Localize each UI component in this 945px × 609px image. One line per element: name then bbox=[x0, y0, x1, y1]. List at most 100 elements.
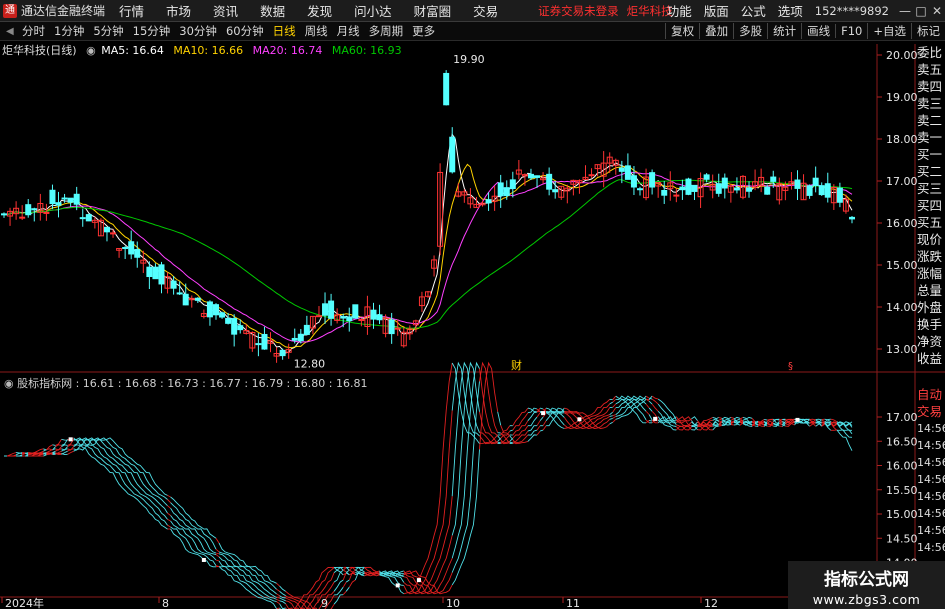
ribbon-line bbox=[824, 422, 832, 431]
menu-function[interactable]: 功能 bbox=[667, 1, 692, 20]
ribbon-line bbox=[733, 420, 741, 426]
sidebar-item: 卖三 bbox=[917, 96, 943, 111]
candle-body bbox=[237, 325, 244, 331]
ribbon-line bbox=[794, 418, 810, 424]
ribbon-line bbox=[612, 407, 617, 413]
ribbon-line bbox=[15, 452, 23, 456]
sidebar-item: 卖五 bbox=[917, 62, 943, 77]
candle-body bbox=[303, 324, 310, 335]
menu-data[interactable]: 数据 bbox=[260, 1, 285, 20]
ribbon-line bbox=[691, 416, 698, 421]
menu-ask[interactable]: 问小达 bbox=[354, 1, 392, 20]
trade-label[interactable]: 交易 bbox=[917, 403, 945, 420]
candle-body bbox=[249, 332, 256, 349]
ribbon-line bbox=[285, 572, 335, 609]
tab-1min[interactable]: 1分钟 bbox=[54, 23, 84, 39]
adjust-button[interactable]: 复权 bbox=[665, 23, 699, 39]
chevron-left-icon[interactable]: ◀ bbox=[6, 26, 18, 37]
overlay-button[interactable]: 叠加 bbox=[699, 23, 733, 39]
ribbon-line bbox=[512, 412, 529, 431]
ribbon-line bbox=[539, 416, 544, 421]
ribbon-line bbox=[773, 423, 780, 427]
ribbon-line bbox=[676, 416, 692, 424]
ribbon-line bbox=[215, 554, 220, 558]
tick-time: 14:56 bbox=[917, 490, 945, 503]
menu-layout[interactable]: 版面 bbox=[704, 1, 729, 20]
candle-body bbox=[776, 183, 783, 201]
ribbon-line bbox=[821, 419, 825, 423]
multi-stock-button[interactable]: 多股 bbox=[733, 23, 767, 39]
ribbon-line bbox=[545, 407, 565, 414]
candle-body bbox=[527, 173, 534, 179]
candle-body bbox=[612, 159, 619, 166]
ribbon-line bbox=[7, 454, 17, 457]
ribbon-line bbox=[757, 420, 765, 426]
tab-15min[interactable]: 15分钟 bbox=[133, 23, 171, 39]
ribbon-line bbox=[609, 421, 613, 425]
ribbon-line bbox=[379, 570, 404, 586]
tab-60min[interactable]: 60分钟 bbox=[226, 23, 264, 39]
menu-wealth[interactable]: 财富圈 bbox=[414, 1, 452, 20]
tab-monthly[interactable]: 月线 bbox=[337, 23, 360, 39]
menu-news[interactable]: 资讯 bbox=[213, 1, 238, 20]
sub-toggle-icon[interactable]: ◉ bbox=[4, 377, 14, 390]
ribbon-line bbox=[809, 421, 816, 427]
ribbon-line bbox=[479, 361, 499, 433]
ribbon-line bbox=[542, 425, 547, 431]
chart-svg[interactable]: 20.00 19.00 18.00 17.00 16.00 15.00 14.00 13.00… bbox=[0, 0, 945, 609]
maximize-icon[interactable]: □ bbox=[913, 4, 929, 18]
add-watchlist-button[interactable]: +自选 bbox=[867, 23, 911, 39]
login-notice[interactable]: 证券交易未登录 bbox=[538, 3, 619, 19]
tab-30min[interactable]: 30分钟 bbox=[179, 23, 217, 39]
candle-body bbox=[122, 247, 129, 250]
ribbon-line bbox=[615, 398, 647, 420]
ribbon-line bbox=[333, 579, 344, 592]
ribbon-line bbox=[830, 421, 838, 425]
menu-market[interactable]: 市场 bbox=[166, 1, 191, 20]
tab-5min[interactable]: 5分钟 bbox=[93, 23, 123, 39]
stats-button[interactable]: 统计 bbox=[767, 23, 801, 39]
ribbon-line bbox=[773, 422, 780, 426]
ribbon-line bbox=[170, 526, 217, 566]
y-tick-label: 17.00 bbox=[886, 411, 918, 424]
ribbon-line bbox=[285, 594, 335, 609]
tab-intraday[interactable]: 分时 bbox=[22, 23, 45, 39]
ribbon-line bbox=[500, 425, 511, 436]
tab-multi-period[interactable]: 多周期 bbox=[369, 23, 404, 39]
sidebar-item: 买二 bbox=[917, 164, 943, 179]
tab-weekly[interactable]: 周线 bbox=[305, 23, 328, 39]
menu-formula[interactable]: 公式 bbox=[741, 1, 766, 20]
sidebar-item: 买五 bbox=[917, 215, 943, 230]
ribbon-line bbox=[675, 425, 692, 431]
auto-trade-label[interactable]: 自动 bbox=[917, 386, 945, 403]
legend-toggle-icon[interactable]: ◉ bbox=[86, 44, 96, 57]
menu-discover[interactable]: 发现 bbox=[307, 1, 332, 20]
ribbon-line bbox=[767, 418, 774, 421]
tab-daily[interactable]: 日线 bbox=[273, 23, 296, 39]
ribbon-line bbox=[342, 581, 347, 588]
ribbon-line bbox=[794, 418, 810, 427]
ribbon-line bbox=[451, 449, 480, 586]
account-label[interactable]: 152****9892 bbox=[815, 4, 889, 18]
f10-button[interactable]: F10 bbox=[835, 24, 867, 38]
ribbon-line bbox=[215, 565, 220, 568]
ribbon-line bbox=[564, 398, 611, 429]
candle-body bbox=[770, 176, 777, 182]
ribbon-line bbox=[657, 416, 677, 431]
menu-trade[interactable]: 交易 bbox=[473, 1, 498, 20]
candle-body bbox=[13, 207, 20, 215]
minimize-icon[interactable]: — bbox=[897, 4, 913, 18]
menu-quotes[interactable]: 行情 bbox=[119, 1, 144, 20]
ribbon-line bbox=[733, 416, 741, 420]
ribbon-line bbox=[346, 572, 350, 575]
ribbon-line bbox=[691, 421, 698, 426]
ribbon-line bbox=[542, 420, 547, 426]
menu-options[interactable]: 选项 bbox=[778, 1, 803, 20]
candle-body bbox=[255, 343, 262, 346]
ribbon-line bbox=[167, 519, 171, 522]
tab-more[interactable]: 更多 bbox=[412, 23, 435, 39]
mark-button[interactable]: 标记 bbox=[911, 23, 945, 39]
ribbon-line bbox=[718, 420, 723, 425]
draw-line-button[interactable]: 画线 bbox=[801, 23, 835, 39]
close-icon[interactable]: ✕ bbox=[929, 4, 945, 18]
